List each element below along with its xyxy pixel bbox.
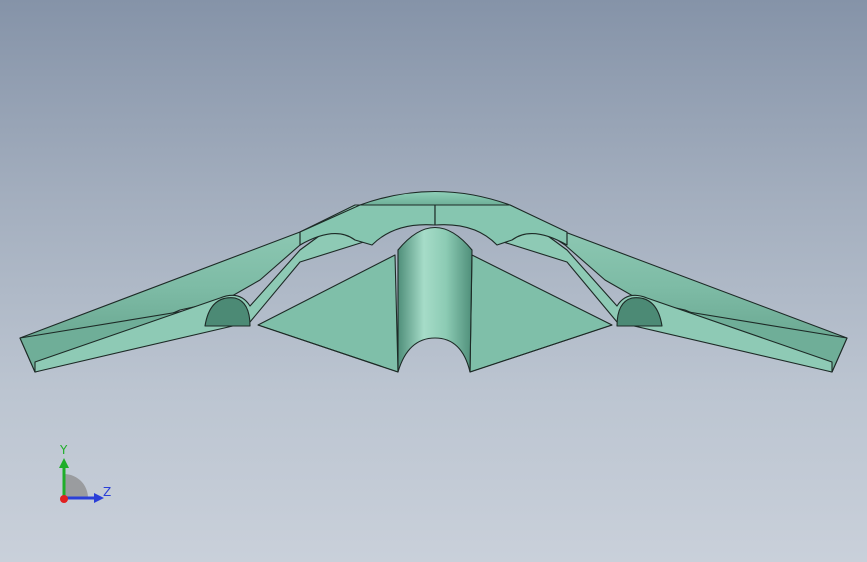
center-tube-face bbox=[397, 227, 473, 373]
right-web-face bbox=[469, 254, 613, 373]
y-axis-arrow bbox=[59, 458, 69, 468]
x-axis-dot bbox=[60, 495, 68, 503]
z-axis-label: Z bbox=[103, 485, 111, 499]
coordinate-triad: Y Z bbox=[59, 443, 111, 503]
model-viewport[interactable] bbox=[0, 0, 867, 562]
y-axis-label: Y bbox=[59, 443, 68, 457]
triad-quadrant bbox=[64, 474, 88, 498]
dome-face bbox=[359, 191, 511, 206]
left-web-face bbox=[257, 254, 399, 373]
part-model[interactable] bbox=[19, 191, 848, 373]
